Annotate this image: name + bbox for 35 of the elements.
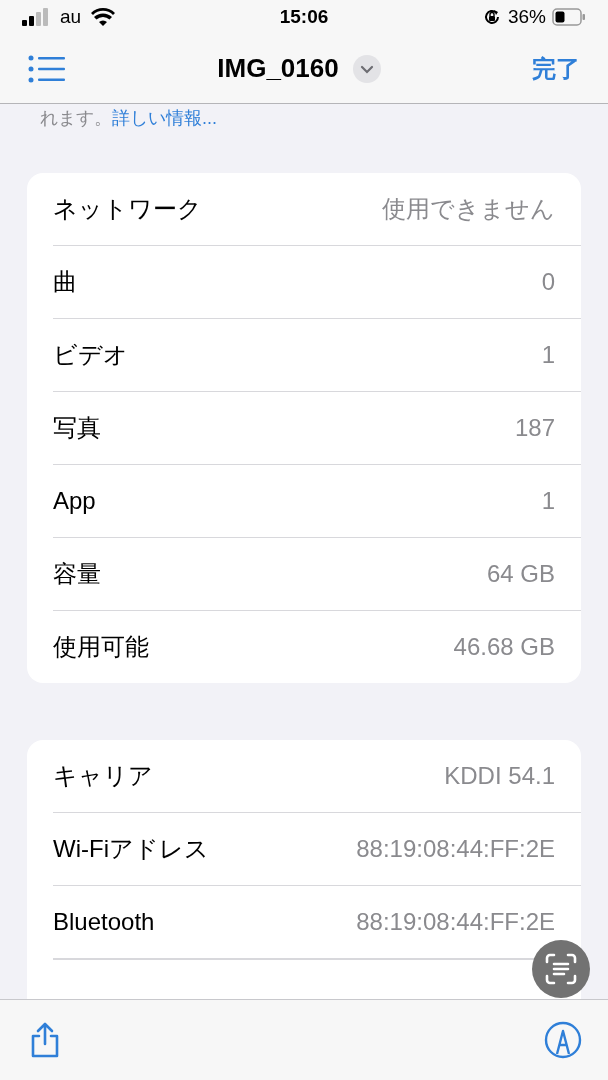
- rotation-lock-icon: [482, 7, 502, 27]
- row-label: 使用可能: [53, 632, 149, 662]
- row-value: 1: [541, 341, 555, 369]
- row-value: 46.68 GB: [453, 633, 555, 661]
- row-value: 88:19:08:44:FF:2E: [356, 908, 555, 936]
- row-value: 使用できません: [382, 194, 555, 224]
- row-value: KDDI 54.1: [444, 762, 555, 790]
- row-label: Wi-Fiアドレス: [53, 834, 209, 864]
- row-value: 88:19:08:44:FF:2E: [356, 835, 555, 863]
- row-label: 曲: [53, 267, 77, 297]
- wifi-icon: [91, 8, 116, 26]
- more-info-link[interactable]: 詳しい情報...: [112, 108, 217, 128]
- carrier-name: au: [60, 6, 82, 28]
- menu-button[interactable]: [28, 54, 66, 83]
- row-label: キャリア: [53, 761, 153, 791]
- row-value: 187: [514, 414, 555, 442]
- row-label: 容量: [53, 559, 101, 589]
- text-scan-icon: [544, 952, 578, 986]
- footnote-text: れます。詳しい情報...: [39, 107, 218, 129]
- row-value: 1: [541, 487, 555, 515]
- battery-icon: [552, 8, 586, 26]
- row-label: Bluetooth: [53, 908, 155, 936]
- row-label: ネットワーク: [53, 194, 202, 224]
- status-time: 15:06: [279, 6, 329, 28]
- document-title: IMG_0160: [217, 53, 339, 84]
- battery-percent: 36%: [508, 6, 546, 28]
- row-label: App: [53, 487, 96, 515]
- markup-button[interactable]: [544, 1021, 582, 1059]
- row-label: 写真: [53, 413, 101, 443]
- signal-icon: [22, 8, 50, 26]
- row-value: 64 GB: [486, 560, 555, 588]
- done-button[interactable]: 完了: [532, 52, 580, 85]
- row-label: ビデオ: [53, 340, 128, 370]
- row-value: 0: [541, 268, 555, 296]
- chevron-down-icon[interactable]: [352, 54, 381, 83]
